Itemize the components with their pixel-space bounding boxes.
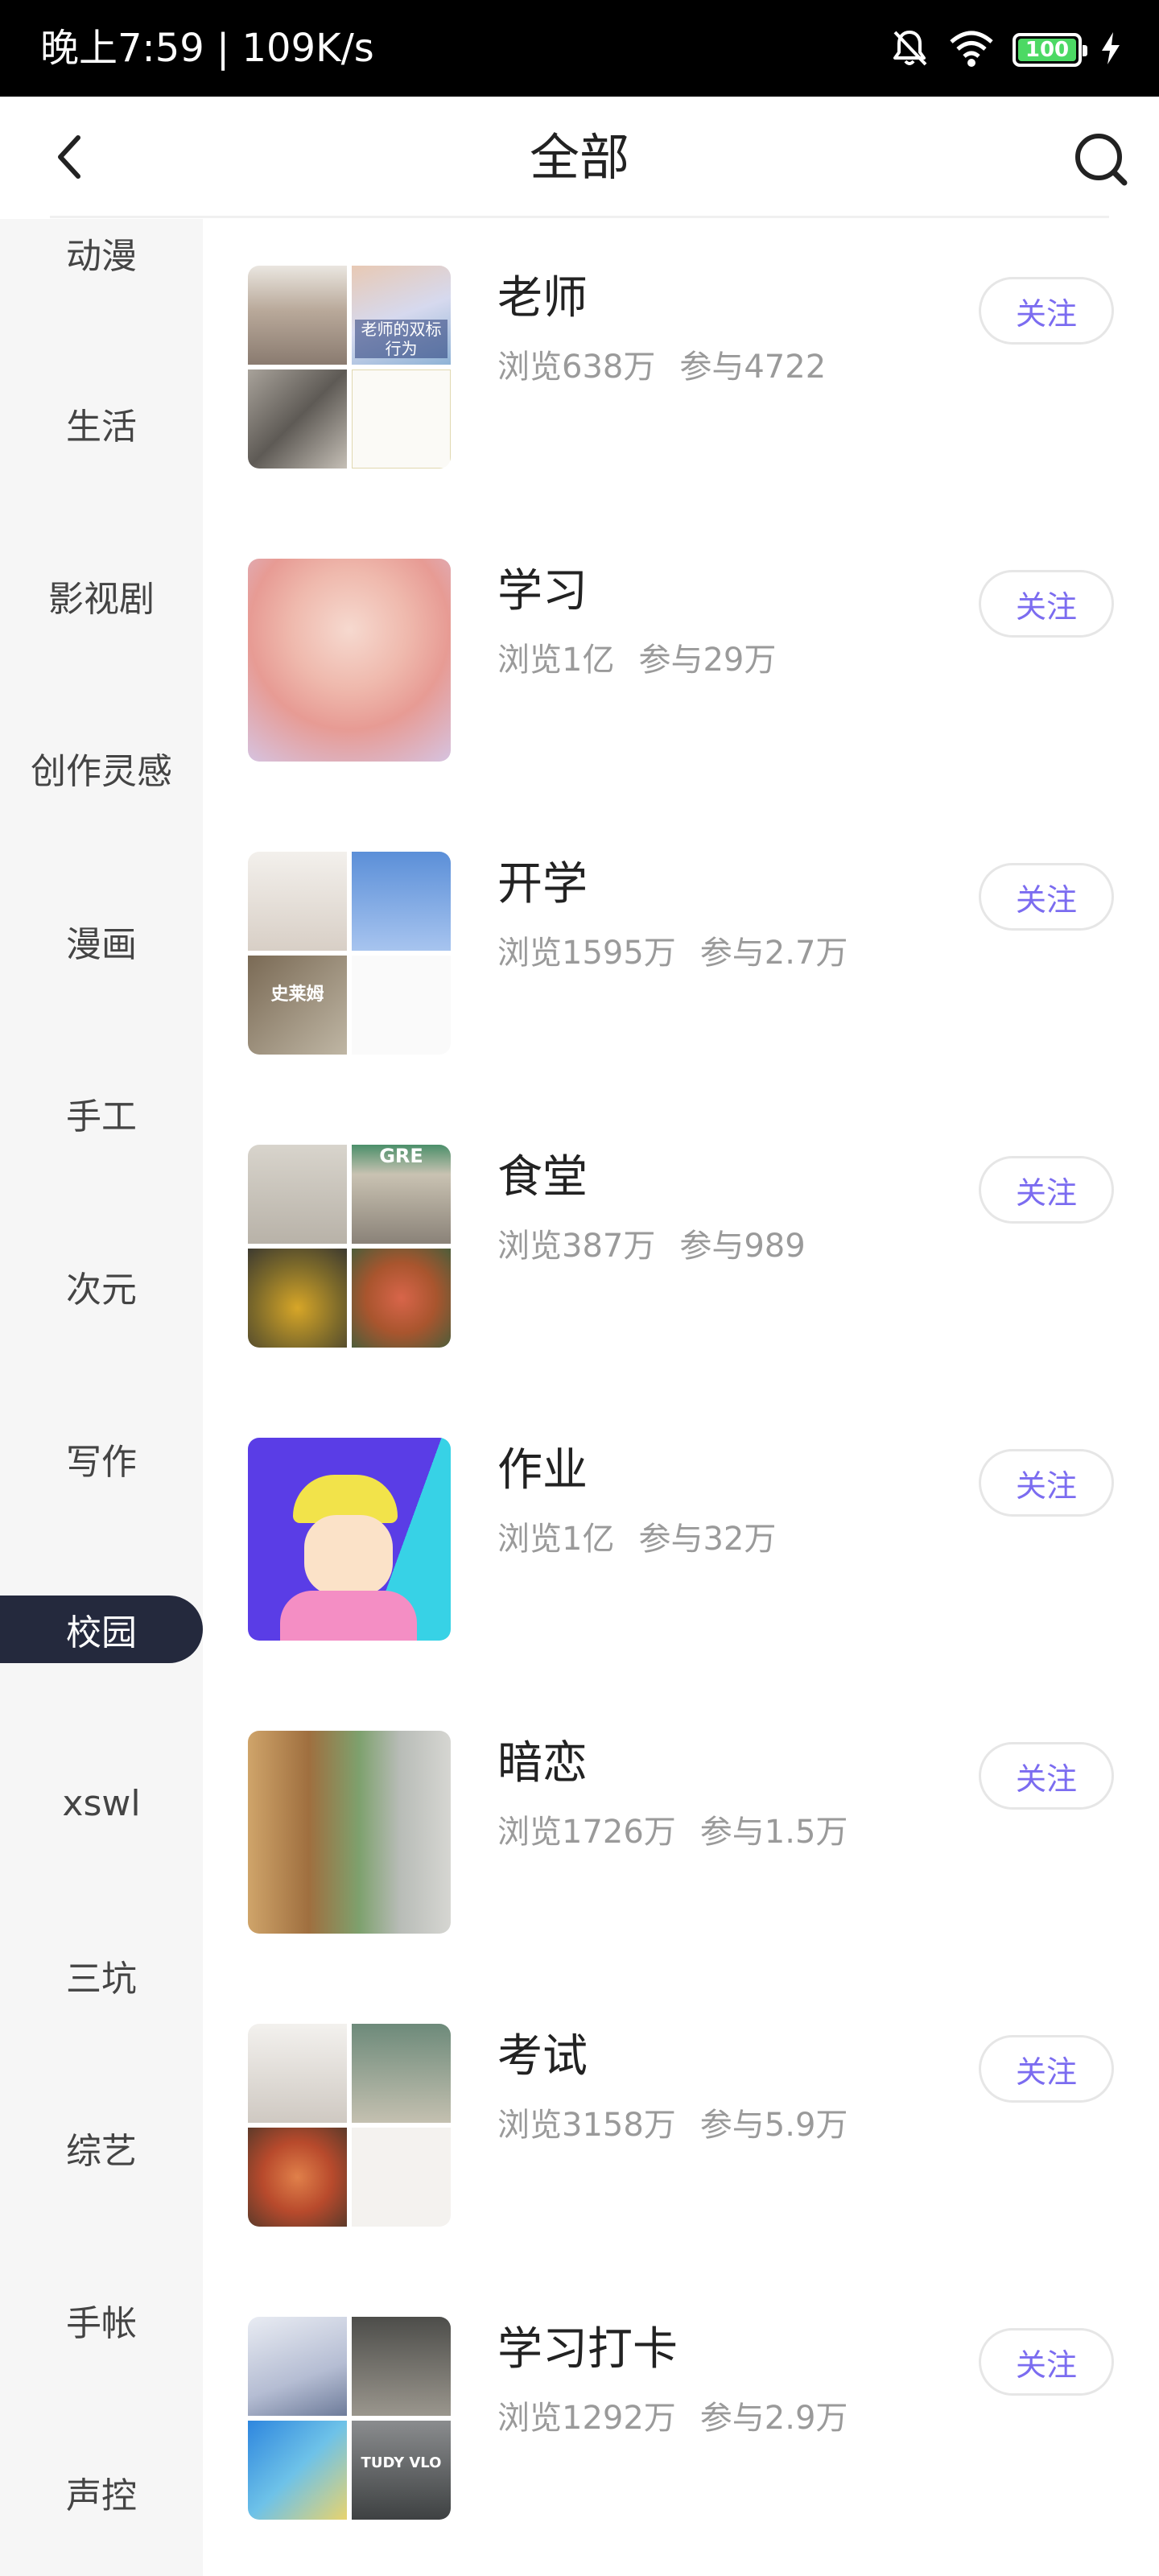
- topic-thumbnail: [248, 1731, 451, 1934]
- topic-participants: 参与989: [679, 1228, 806, 1265]
- follow-button[interactable]: 关注: [979, 2035, 1114, 2103]
- topic-item-laoshi[interactable]: 老师的双标行为 老师 浏览638万 参与4722 关注: [203, 219, 1159, 512]
- topic-thumbnail: [248, 559, 451, 762]
- topic-stats: 浏览1亿 参与29万: [497, 639, 776, 681]
- charging-icon: [1099, 31, 1122, 69]
- status-bar: 晚上7:59 | 109K/s 100: [0, 0, 1159, 97]
- sidebar-item-ciyuan[interactable]: 次元: [0, 1253, 203, 1320]
- topic-stats: 浏览387万 参与989: [497, 1225, 806, 1267]
- sidebar-item-dongman[interactable]: 动漫: [0, 219, 203, 287]
- topic-views: 浏览1726万: [497, 1814, 676, 1851]
- topic-views: 浏览1292万: [497, 2400, 676, 2437]
- sidebar-item-shenghuo[interactable]: 生活: [0, 390, 203, 457]
- sidebar-item-sankeng[interactable]: 三坑: [0, 1942, 203, 2009]
- topic-name: 老师: [497, 272, 588, 324]
- topic-participants: 参与4722: [679, 349, 827, 386]
- topic-views: 浏览638万: [497, 349, 656, 386]
- topic-participants: 参与32万: [638, 1521, 777, 1558]
- topic-participants: 参与2.7万: [699, 935, 848, 972]
- topic-item-kaoshi[interactable]: 考试 浏览3158万 参与5.9万 关注: [203, 1977, 1159, 2270]
- sidebar-item-shouzhang[interactable]: 手帐: [0, 2286, 203, 2354]
- topic-name: 食堂: [497, 1151, 588, 1203]
- status-icons: 100: [889, 24, 1122, 76]
- sidebar-item-zongyi[interactable]: 综艺: [0, 2114, 203, 2182]
- battery-level: 100: [1025, 38, 1070, 62]
- topic-thumbnail: 老师的双标行为: [248, 266, 451, 469]
- topic-participants: 参与5.9万: [699, 2107, 848, 2144]
- thumbnail-caption: 史莱姆: [270, 985, 324, 1005]
- topic-name: 开学: [497, 858, 588, 910]
- search-icon: [1075, 134, 1128, 186]
- topic-name: 暗恋: [497, 1737, 588, 1790]
- follow-button[interactable]: 关注: [979, 277, 1114, 345]
- topic-item-xuexidaka[interactable]: TUDY VLO 学习打卡 浏览1292万 参与2.9万 关注: [203, 2270, 1159, 2563]
- follow-button[interactable]: 关注: [979, 1156, 1114, 1224]
- topic-stats: 浏览1亿 参与32万: [497, 1518, 776, 1560]
- topic-stats: 浏览3158万 参与5.9万: [497, 2104, 848, 2146]
- sidebar-item-xiaoyuan[interactable]: 校园: [0, 1596, 203, 1663]
- topic-name: 学习打卡: [497, 2323, 678, 2376]
- mute-bell-icon: [889, 27, 930, 72]
- topic-views: 浏览1亿: [497, 642, 615, 679]
- thumbnail-caption: GRE: [379, 1145, 423, 1167]
- header-divider: [50, 216, 1109, 218]
- category-sidebar: 动漫 生活 影视剧 创作灵感 漫画 手工 次元 写作 校园 xswl 三坑 综艺…: [0, 219, 203, 2576]
- topic-item-xuexi[interactable]: 学习 浏览1亿 参与29万 关注: [203, 512, 1159, 805]
- search-button[interactable]: [1069, 127, 1132, 190]
- topic-stats: 浏览1292万 参与2.9万: [497, 2397, 848, 2439]
- sidebar-item-shougong[interactable]: 手工: [0, 1080, 203, 1147]
- topic-views: 浏览1亿: [497, 1521, 615, 1558]
- topic-thumbnail: [248, 1438, 451, 1641]
- topic-stats: 浏览638万 参与4722: [497, 346, 826, 388]
- topic-name: 考试: [497, 2030, 588, 2083]
- topic-item-zuoye[interactable]: 作业 浏览1亿 参与32万 关注: [203, 1391, 1159, 1684]
- sidebar-item-chuangzuolinggan[interactable]: 创作灵感: [0, 734, 203, 802]
- topic-stats: 浏览1726万 参与1.5万: [497, 1811, 848, 1853]
- topic-views: 浏览1595万: [497, 935, 676, 972]
- topic-item-anlian[interactable]: 暗恋 浏览1726万 参与1.5万 关注: [203, 1684, 1159, 1977]
- top-nav-bar: 全部: [0, 97, 1159, 217]
- thumbnail-caption: 老师的双标行为: [355, 320, 448, 358]
- topic-thumbnail: GRE: [248, 1145, 451, 1348]
- sidebar-item-shengkong[interactable]: 声控: [0, 2458, 203, 2526]
- topic-participants: 参与29万: [638, 642, 777, 679]
- topic-thumbnail: [248, 2024, 451, 2227]
- topic-thumbnail: TUDY VLO: [248, 2317, 451, 2520]
- topic-participants: 参与1.5万: [699, 1814, 848, 1851]
- topic-views: 浏览387万: [497, 1228, 656, 1265]
- wifi-icon: [948, 27, 995, 72]
- topic-name: 学习: [497, 565, 588, 617]
- sidebar-item-xiezuo[interactable]: 写作: [0, 1425, 203, 1492]
- sidebar-item-xswl[interactable]: xswl: [0, 1769, 203, 1837]
- sidebar-item-yingshiju[interactable]: 影视剧: [0, 562, 203, 630]
- follow-button[interactable]: 关注: [979, 1742, 1114, 1810]
- topic-stats: 浏览1595万 参与2.7万: [497, 932, 848, 974]
- battery-icon: 100: [1013, 33, 1087, 67]
- topic-name: 作业: [497, 1444, 588, 1496]
- thumbnail-caption: TUDY VLO: [361, 2454, 442, 2471]
- status-time: 晚上7:59 | 109K/s: [40, 26, 374, 71]
- follow-button[interactable]: 关注: [979, 2328, 1114, 2396]
- topic-item-kaixue[interactable]: 史莱姆 开学 浏览1595万 参与2.7万 关注: [203, 805, 1159, 1098]
- topic-participants: 参与2.9万: [699, 2400, 848, 2437]
- follow-button[interactable]: 关注: [979, 863, 1114, 931]
- topic-thumbnail: 史莱姆: [248, 852, 451, 1055]
- follow-button[interactable]: 关注: [979, 1449, 1114, 1517]
- sidebar-item-manhua[interactable]: 漫画: [0, 907, 203, 975]
- page-title: 全部: [529, 128, 629, 187]
- topic-views: 浏览3158万: [497, 2107, 676, 2144]
- follow-button[interactable]: 关注: [979, 570, 1114, 638]
- topic-item-shitang[interactable]: GRE 食堂 浏览387万 参与989 关注: [203, 1098, 1159, 1391]
